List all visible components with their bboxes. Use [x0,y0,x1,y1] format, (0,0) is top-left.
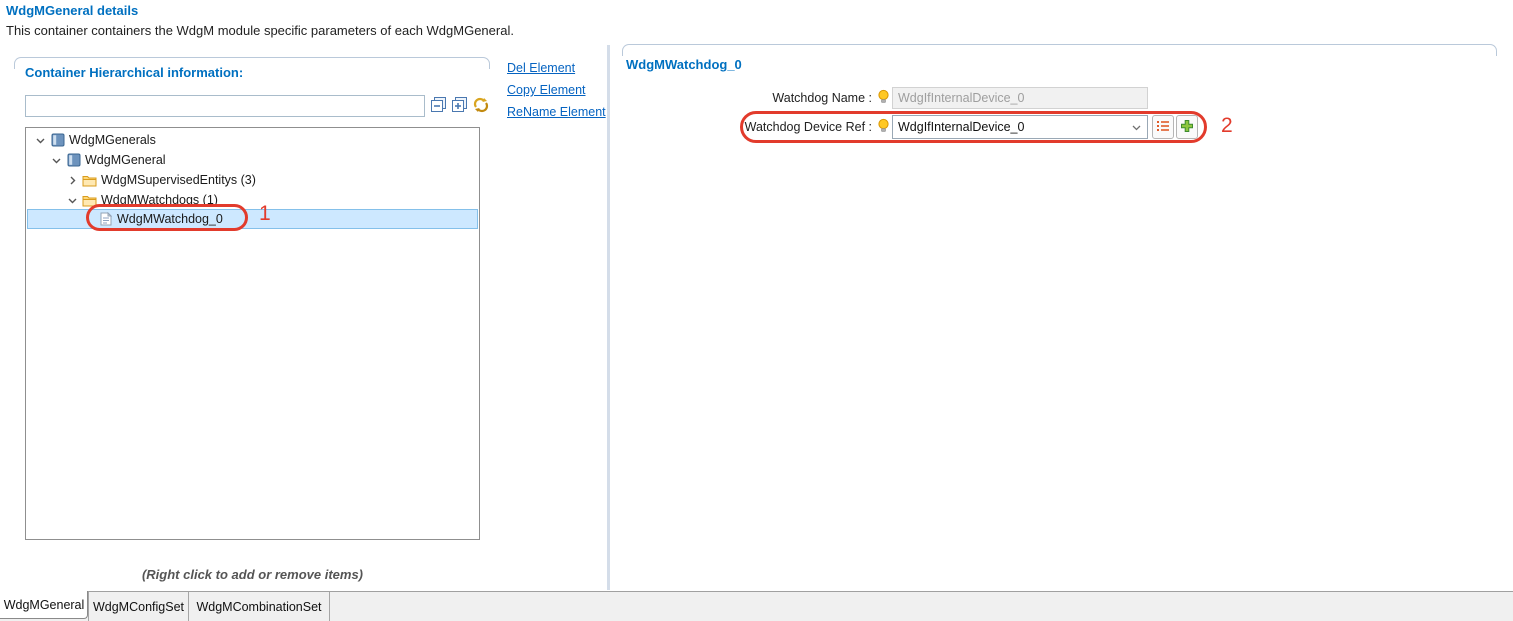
tree-item-wdgmgenerals[interactable]: WdgMGenerals [27,130,478,150]
lightbulb-icon [877,89,890,105]
annotation-number-1: 1 [259,202,271,226]
left-section-title: Container Hierarchical information: [25,65,243,80]
lightbulb-icon [877,118,890,134]
expand-all-button[interactable] [450,96,470,116]
folder-icon [82,193,97,208]
combobox-value: WdgIfInternalDevice_0 [898,120,1024,134]
page-description: This container containers the WdgM modul… [6,23,514,38]
module-icon [66,153,81,168]
tree-item-label: WdgMGeneral [85,153,166,167]
watchdog-device-ref-combobox[interactable]: WdgIfInternalDevice_0 [892,115,1148,139]
del-element-link[interactable]: Del Element [507,61,575,75]
chevron-down-icon[interactable] [35,135,45,145]
tab-label: WdgMGeneral [4,598,85,612]
chevron-down-icon[interactable] [1131,122,1142,136]
rename-element-link[interactable]: ReName Element [507,105,606,119]
refresh-icon [472,96,490,117]
watchdog-name-input[interactable] [892,87,1148,109]
tree-item-label: WdgMWatchdogs (1) [101,193,218,207]
panel-divider[interactable] [607,45,610,590]
watchdog-device-ref-label: Watchdog Device Ref : [642,120,872,134]
document-icon [98,212,113,227]
bottom-tab-bar: WdgMGeneral WdgMConfigSet WdgMCombinatio… [0,591,1513,621]
expand-all-icon [451,96,469,117]
annotation-number-2: 2 [1221,114,1233,138]
refresh-button[interactable] [471,96,491,116]
ref-list-button[interactable] [1152,115,1174,139]
collapse-all-icon [430,96,448,117]
tab-wdgmgeneral[interactable]: WdgMGeneral [0,591,88,619]
search-input[interactable] [25,95,425,117]
tree-item-label: WdgMWatchdog_0 [117,212,223,226]
tab-wdgmcombinationset[interactable]: WdgMCombinationSet [189,592,330,621]
tree-item-wdgmwatchdogs[interactable]: WdgMWatchdogs (1) [27,190,478,210]
tree-item-wdgmwatchdog-0[interactable]: WdgMWatchdog_0 [27,209,478,229]
copy-element-link[interactable]: Copy Element [507,83,586,97]
tab-label: WdgMCombinationSet [196,600,321,614]
tab-wdgmconfigset[interactable]: WdgMConfigSet [88,592,189,621]
add-icon [1180,119,1194,136]
tree-item-label: WdgMGenerals [69,133,156,147]
ref-add-button[interactable] [1176,115,1198,139]
chevron-right-icon[interactable] [67,175,77,185]
tree-item-wdgmgeneral[interactable]: WdgMGeneral [27,150,478,170]
tree-item-wdgmsupervisedentitys[interactable]: WdgMSupervisedEntitys (3) [27,170,478,190]
chevron-down-icon[interactable] [51,155,61,165]
right-section-border [622,44,1497,56]
chevron-down-icon[interactable] [67,195,77,205]
folder-icon [82,173,97,188]
tree-hint-text: (Right click to add or remove items) [25,567,480,582]
list-icon [1156,120,1170,135]
tab-label: WdgMConfigSet [93,600,184,614]
page-title: WdgMGeneral details [6,3,138,18]
module-icon [50,133,65,148]
watchdog-name-label: Watchdog Name : [642,91,872,105]
right-section-title: WdgMWatchdog_0 [626,57,742,72]
collapse-all-button[interactable] [429,96,449,116]
tree-item-label: WdgMSupervisedEntitys (3) [101,173,256,187]
container-tree: WdgMGenerals WdgMGeneral WdgMSupervisedE… [25,127,480,540]
